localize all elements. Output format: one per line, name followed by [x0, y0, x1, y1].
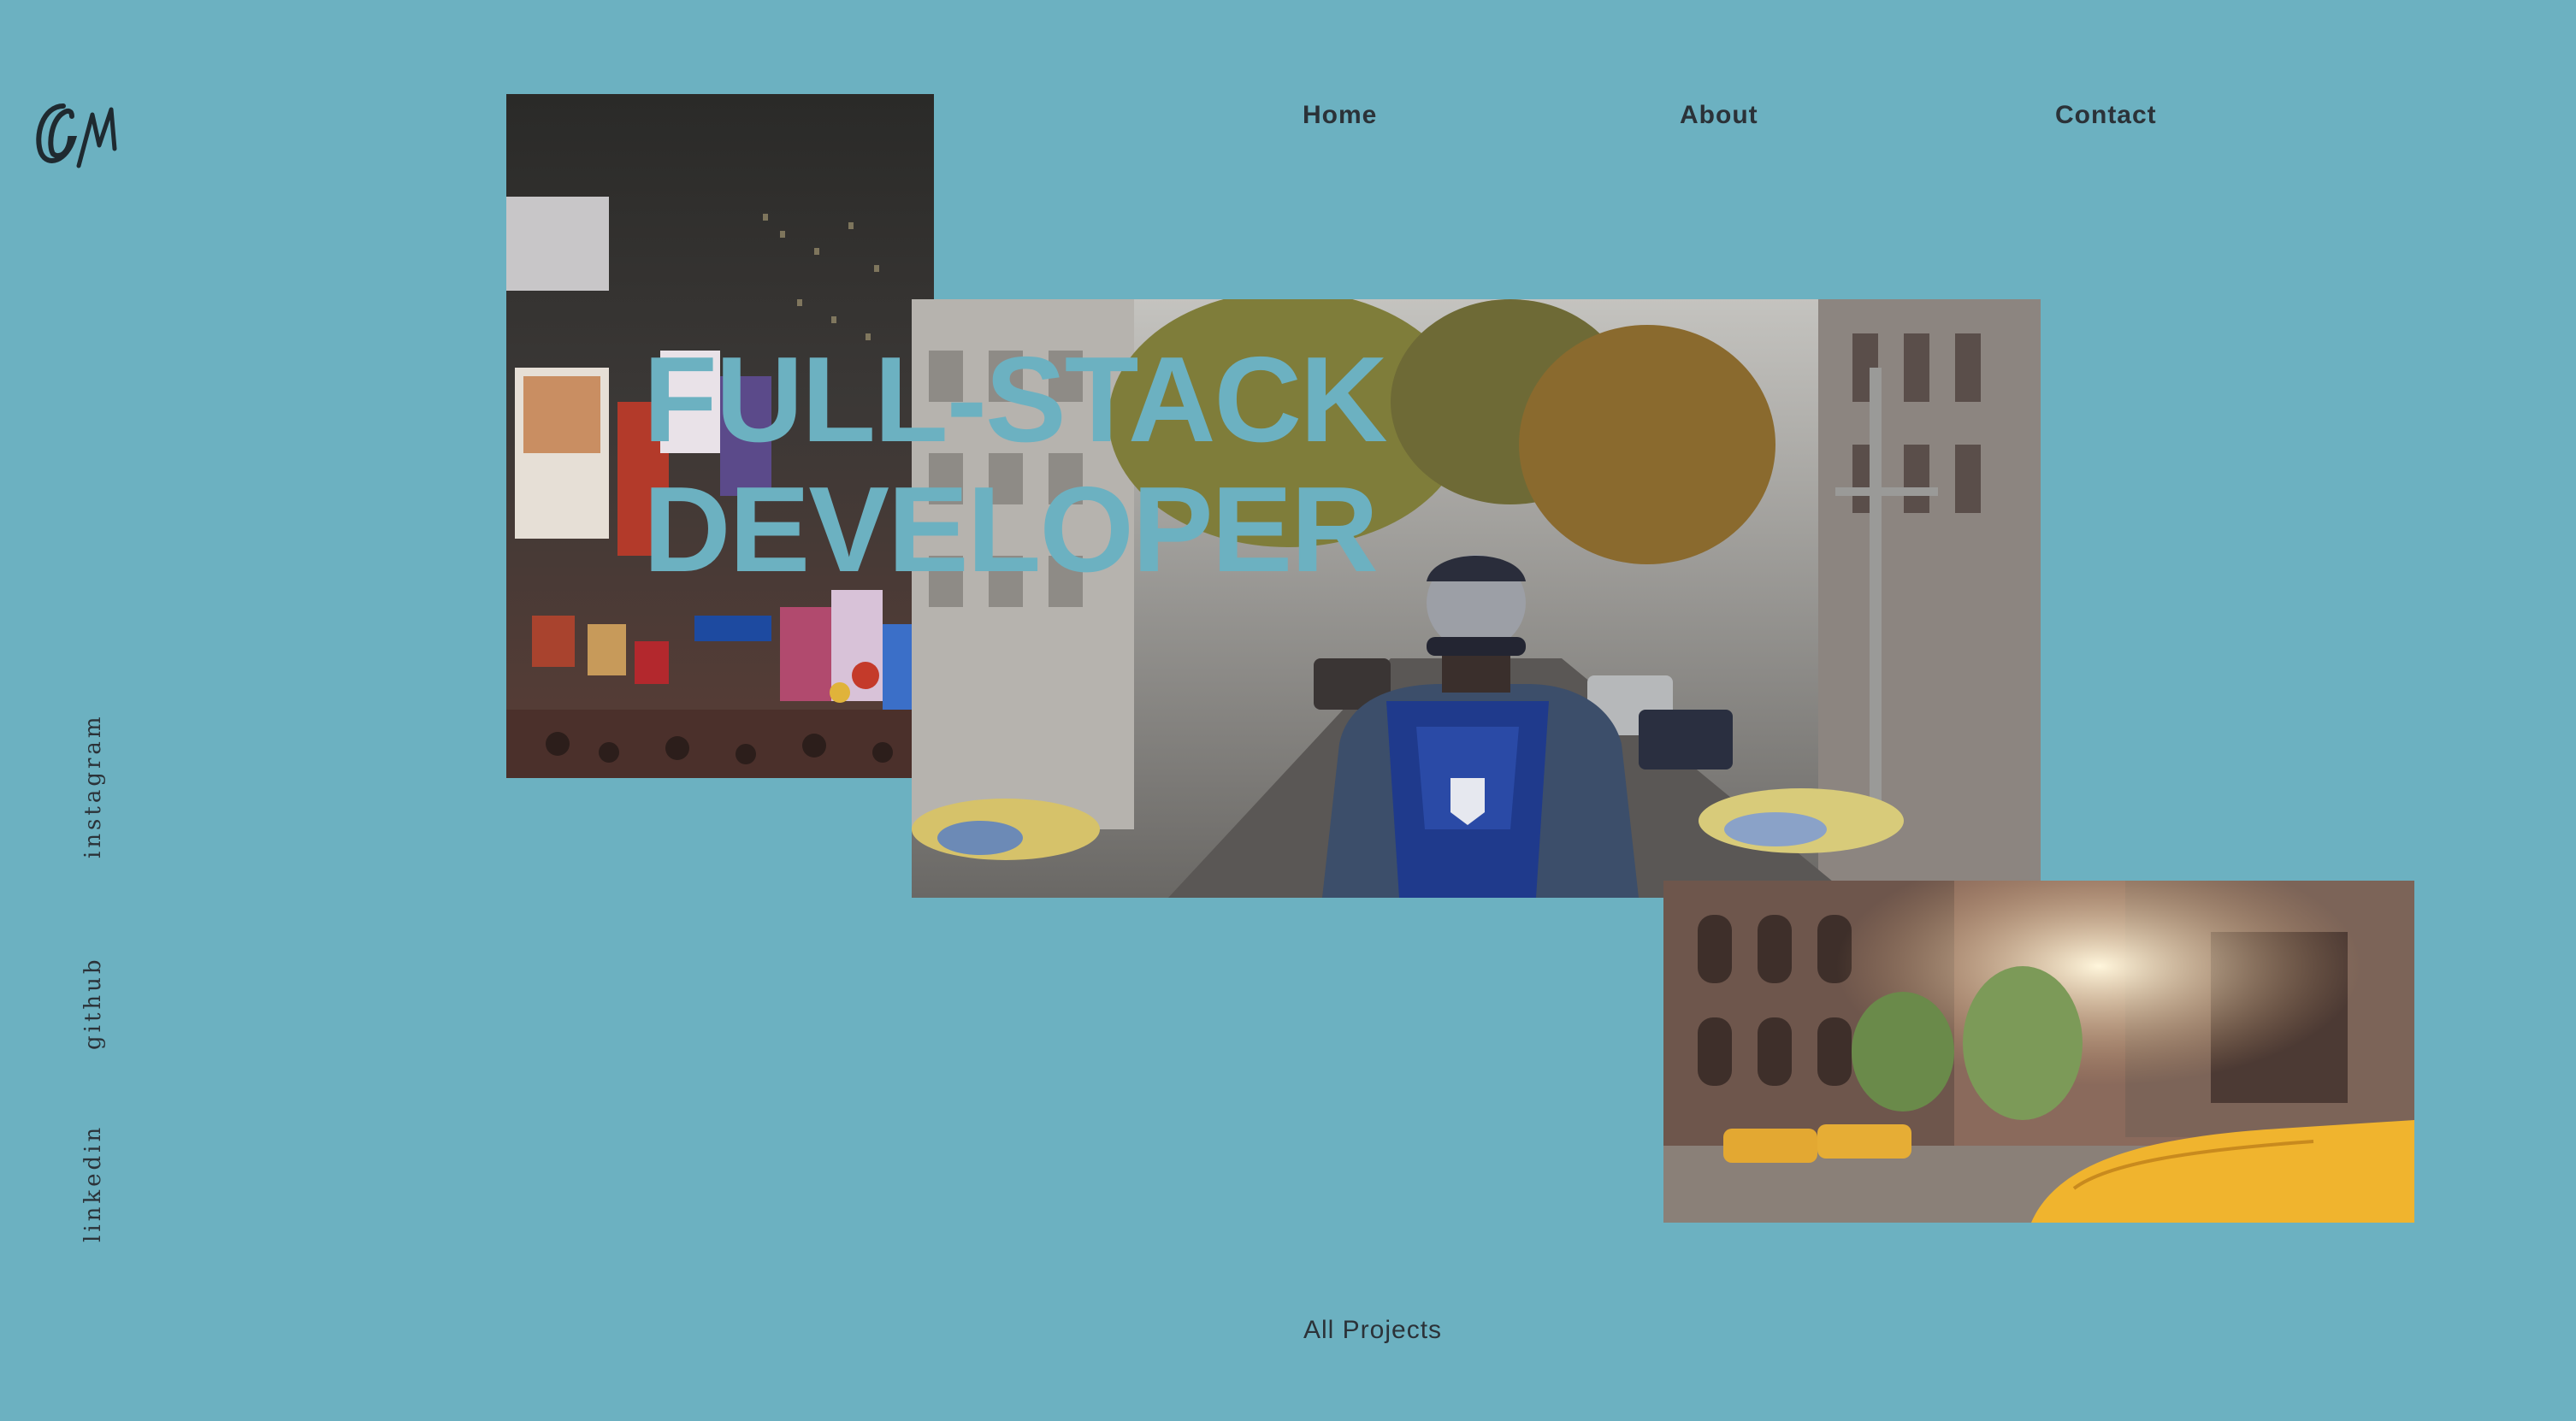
nav-about[interactable]: About	[1680, 101, 1758, 130]
hero-line-1: FULL-STACK	[643, 332, 1388, 468]
photo-taxi-street	[1663, 881, 2414, 1223]
signature-logo-icon[interactable]	[26, 89, 120, 178]
hero-line-2: DEVELOPER	[643, 462, 1379, 598]
social-github[interactable]: github	[80, 956, 106, 1050]
nav-home[interactable]: Home	[1303, 101, 1377, 130]
nav-contact[interactable]: Contact	[2055, 101, 2157, 130]
social-linkedin[interactable]: linkedin	[80, 1124, 106, 1242]
hero-headline: FULL-STACK DEVELOPER	[643, 332, 1388, 598]
all-projects-link[interactable]: All Projects	[1303, 1316, 1442, 1345]
social-instagram[interactable]: instagram	[80, 713, 106, 858]
